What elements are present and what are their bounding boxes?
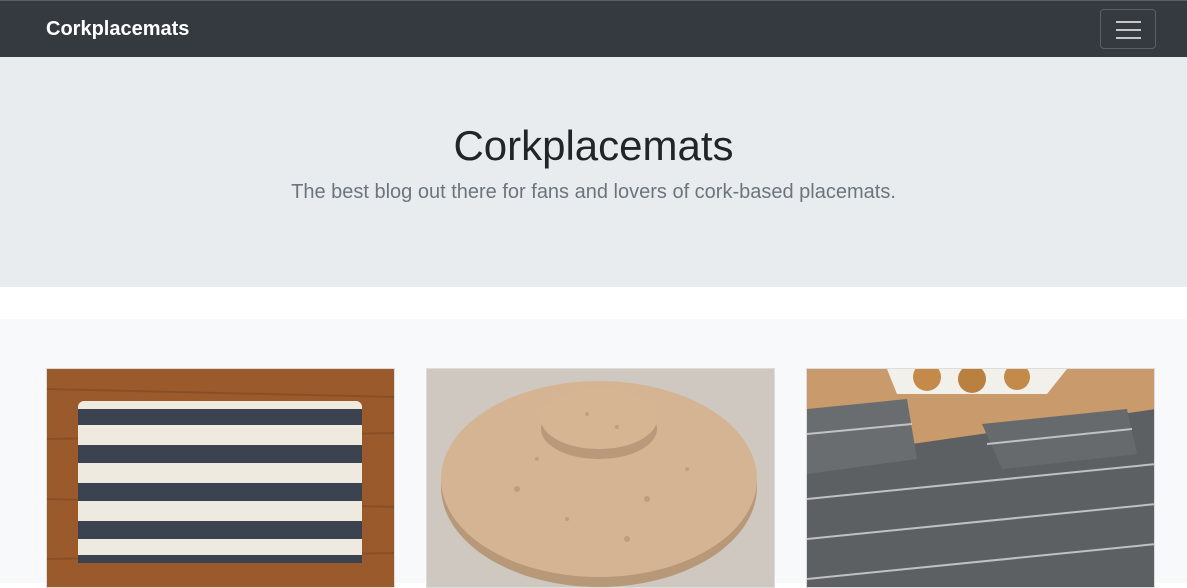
gray-patterned-placemat-image (807, 369, 1154, 587)
hamburger-icon-bar (1116, 29, 1141, 31)
navbar-brand[interactable]: Corkplacemats (46, 17, 189, 41)
striped-placemat-image (47, 369, 394, 587)
card-gray-patterned-placemat[interactable] (806, 368, 1155, 588)
navbar: Corkplacemats (0, 0, 1187, 57)
round-cork-placemats-image (427, 369, 774, 587)
navbar-toggler-button[interactable] (1100, 9, 1156, 49)
card-round-cork-placemats[interactable] (426, 368, 775, 588)
hamburger-icon (1116, 21, 1141, 23)
hero-section: Corkplacemats The best blog out there fo… (0, 57, 1187, 287)
card-striped-placemat[interactable] (46, 368, 395, 588)
hero-title: Corkplacemats (453, 122, 734, 169)
hero-lead: The best blog out there for fans and lov… (291, 181, 896, 203)
album-section (0, 319, 1187, 588)
hamburger-icon-bar (1116, 37, 1141, 39)
